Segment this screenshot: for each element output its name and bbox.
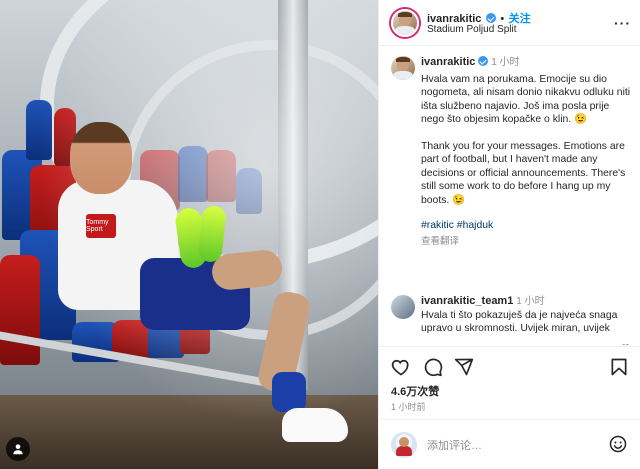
comment-icon[interactable]: [423, 357, 443, 377]
author-avatar[interactable]: [391, 9, 419, 37]
shirt-sponsor: Tommy Sport: [86, 214, 116, 238]
post-timestamp: 1 小时前: [391, 402, 426, 412]
player-head: [70, 122, 132, 194]
comment-time: 1 小时: [516, 296, 545, 307]
add-comment-bar: 添加评论…: [379, 419, 640, 469]
location-link[interactable]: Stadium Poljud Split: [427, 24, 517, 35]
comment-input[interactable]: 添加评论…: [427, 437, 482, 453]
share-icon[interactable]: [454, 357, 474, 377]
post-photo[interactable]: Tommy Sport: [0, 0, 378, 469]
post-sidebar: ivanrakitic • 关注 Stadium Poljud Split ··…: [378, 0, 640, 469]
comment-text: Hvala ti što pokazuješ da je najveća sna…: [421, 309, 618, 335]
current-user-avatar: [391, 432, 417, 458]
player-sock: [272, 372, 306, 412]
player-shoe: [282, 408, 348, 442]
comments-area[interactable]: ivanrakitic 1 小时 Hvala vam na porukama. …: [379, 47, 640, 345]
comment-username[interactable]: ivanrakitic_team1: [421, 295, 513, 307]
like-count[interactable]: 4.6万次赞: [391, 383, 439, 399]
caption: ivanrakitic 1 小时 Hvala vam na porukama. …: [421, 56, 633, 248]
heart-icon[interactable]: [391, 357, 411, 377]
see-translation-link[interactable]: 查看翻译: [421, 235, 633, 249]
comment: ivanrakitic_team1 1 小时 Hvala ti što poka…: [421, 295, 621, 336]
caption-username[interactable]: ivanrakitic: [421, 56, 475, 68]
commenter-avatar[interactable]: [391, 295, 415, 319]
verified-badge-icon: [478, 56, 489, 66]
caption-avatar[interactable]: [391, 56, 415, 80]
user-icon: [13, 444, 23, 455]
more-options-icon[interactable]: ···: [614, 15, 631, 31]
caption-hashtags[interactable]: #rakitic #hajduk: [421, 219, 633, 233]
verified-badge-icon: [485, 13, 496, 23]
action-bar: 4.6万次赞 1 小时前: [379, 346, 640, 414]
caption-text-en: Thank you for your messages. Emotions ar…: [421, 140, 626, 206]
comment-like-heart-icon[interactable]: [621, 343, 631, 345]
caption-time: 1 小时: [491, 57, 520, 68]
caption-text-hr: Hvala vam na porukama. Emocije su dio no…: [421, 73, 631, 126]
bookmark-icon[interactable]: [609, 357, 629, 377]
emoji-icon[interactable]: [609, 435, 627, 453]
post-header: ivanrakitic • 关注 Stadium Poljud Split ··…: [379, 0, 640, 46]
tagged-users-button[interactable]: [6, 437, 30, 461]
